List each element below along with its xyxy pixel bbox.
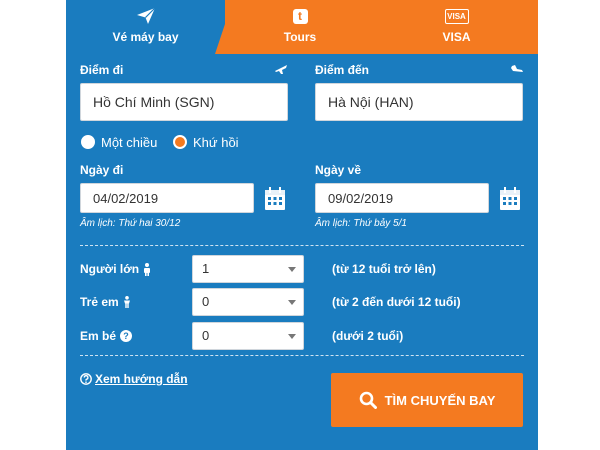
calendar-icon[interactable] [499,187,521,211]
one-way-label: Một chiều [101,134,158,150]
trip-type-one-way[interactable]: Một chiều [81,133,157,151]
tab-tours[interactable]: t Tours [215,0,375,54]
trip-type-round-trip[interactable]: Khứ hồi [173,133,239,151]
child-count-select[interactable]: 0 [192,288,304,316]
tab-tours-label: Tours [283,30,317,44]
visa-card-icon: VISA [444,8,469,24]
paper-plane-icon [136,7,155,24]
search-flights-button[interactable]: TÌM CHUYẾN BAY [331,373,523,427]
tab-flight[interactable]: Vé máy bay [66,0,225,54]
adult-age-note: (từ 12 tuổi trở lên) [332,262,436,276]
from-label: Điểm đi [80,63,124,77]
adult-count-value: 1 [202,261,210,276]
tab-flight-label: Vé máy bay [112,30,179,44]
adult-label-text: Người lớn [80,262,140,276]
child-label-text: Trẻ em [80,295,119,309]
tab-bar: Vé máy bay t Tours VISA VISA [66,0,538,54]
divider-top [80,245,524,246]
return-date-input[interactable] [315,183,489,213]
depart-date-label: Ngày đi [80,163,124,177]
from-input[interactable] [80,83,288,121]
to-label: Điểm đến [315,63,370,77]
depart-date-input[interactable] [80,183,254,213]
search-icon [359,391,377,409]
help-circle-icon [80,373,92,385]
adult-count-select[interactable]: 1 [192,255,304,283]
chevron-down-icon [288,334,296,339]
calendar-icon[interactable] [264,187,286,211]
guide-link[interactable]: Xem hướng dẫn [80,372,188,386]
infant-count-select[interactable]: 0 [192,322,304,350]
tours-t-icon: t [292,8,308,24]
child-person-icon [123,296,130,308]
infant-age-note: (dưới 2 tuổi) [332,329,404,343]
child-label: Trẻ em [80,295,131,309]
infant-label-text: Em bé [80,329,117,343]
round-trip-label: Khứ hồi [193,134,239,150]
guide-link-label[interactable]: Xem hướng dẫn [95,372,188,386]
plane-arrival-icon [510,62,524,79]
infant-count-value: 0 [202,328,210,343]
plane-departure-icon [274,62,288,79]
tab-visa-label: VISA [442,30,471,44]
search-flights-label: TÌM CHUYẾN BAY [384,392,496,408]
child-age-note: (từ 2 đến dưới 12 tuổi) [332,295,461,309]
return-lunar-date: Âm lịch: Thứ bảy 5/1 [315,218,407,229]
return-date-label: Ngày về [315,163,362,177]
divider-bottom [80,355,524,356]
radio-one-way-indicator[interactable] [81,135,95,149]
adult-label: Người lớn [80,262,151,276]
radio-round-trip-indicator[interactable] [173,135,187,149]
adult-person-icon [144,262,151,276]
flight-search-widget: Vé máy bay t Tours VISA VISA Điểm đi Điể… [66,0,538,450]
tab-visa[interactable]: VISA VISA [375,0,538,54]
child-count-value: 0 [202,294,210,309]
chevron-down-icon [288,267,296,272]
chevron-down-icon [288,300,296,305]
depart-lunar-date: Âm lịch: Thứ hai 30/12 [80,218,181,229]
info-icon[interactable]: ? [120,330,133,342]
infant-label: Em bé ? [80,329,133,343]
to-input[interactable] [315,83,523,121]
